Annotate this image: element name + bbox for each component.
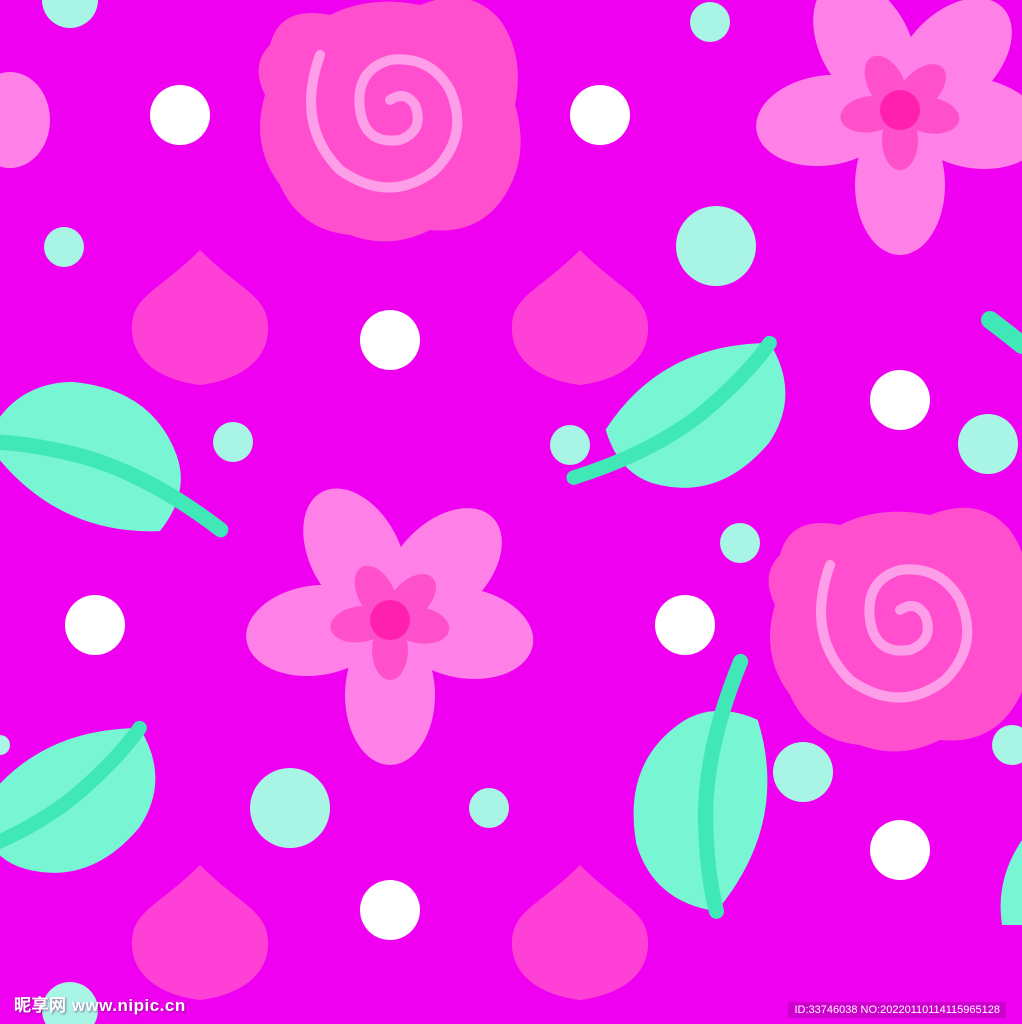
dot-icon: [469, 788, 509, 828]
dot-icon: [690, 2, 730, 42]
dot-icon: [870, 820, 930, 880]
dot-icon: [42, 0, 98, 28]
flower-icon: [750, 0, 1022, 255]
dot-icon: [213, 422, 253, 462]
rose-icon: [259, 0, 521, 241]
dot-icon: [360, 310, 420, 370]
dot-icon: [65, 595, 125, 655]
dot-icon: [550, 425, 590, 465]
dot-icon: [150, 85, 210, 145]
dot-icon: [870, 370, 930, 430]
dot-icon: [44, 227, 84, 267]
dot-icon: [773, 742, 833, 802]
heart-icon: [511, 865, 649, 1000]
dot-icon: [360, 880, 420, 940]
leaf-icon: [1000, 840, 1022, 925]
floral-pattern: [0, 0, 1022, 1024]
leaf-stem-icon: [981, 311, 1022, 354]
dot-icon: [570, 85, 630, 145]
dot-icon: [720, 523, 760, 563]
dot-icon: [992, 725, 1022, 765]
dot-icon: [676, 206, 756, 286]
leaf-icon: [0, 726, 163, 883]
dot-icon: [250, 768, 330, 848]
heart-icon: [511, 250, 649, 385]
flower-petal-icon: [0, 72, 50, 168]
heart-icon: [131, 250, 269, 385]
rose-icon: [769, 508, 1022, 752]
watermark-site: 昵享网 www.nipic.cn: [14, 996, 186, 1015]
dot-icon: [655, 595, 715, 655]
flower-icon: [240, 470, 541, 765]
heart-icon: [131, 865, 269, 1000]
dot-icon: [958, 414, 1018, 474]
dot-icon: [0, 735, 10, 755]
watermark-id: ID:33746038 NO:20220110114115965128: [788, 1002, 1006, 1018]
